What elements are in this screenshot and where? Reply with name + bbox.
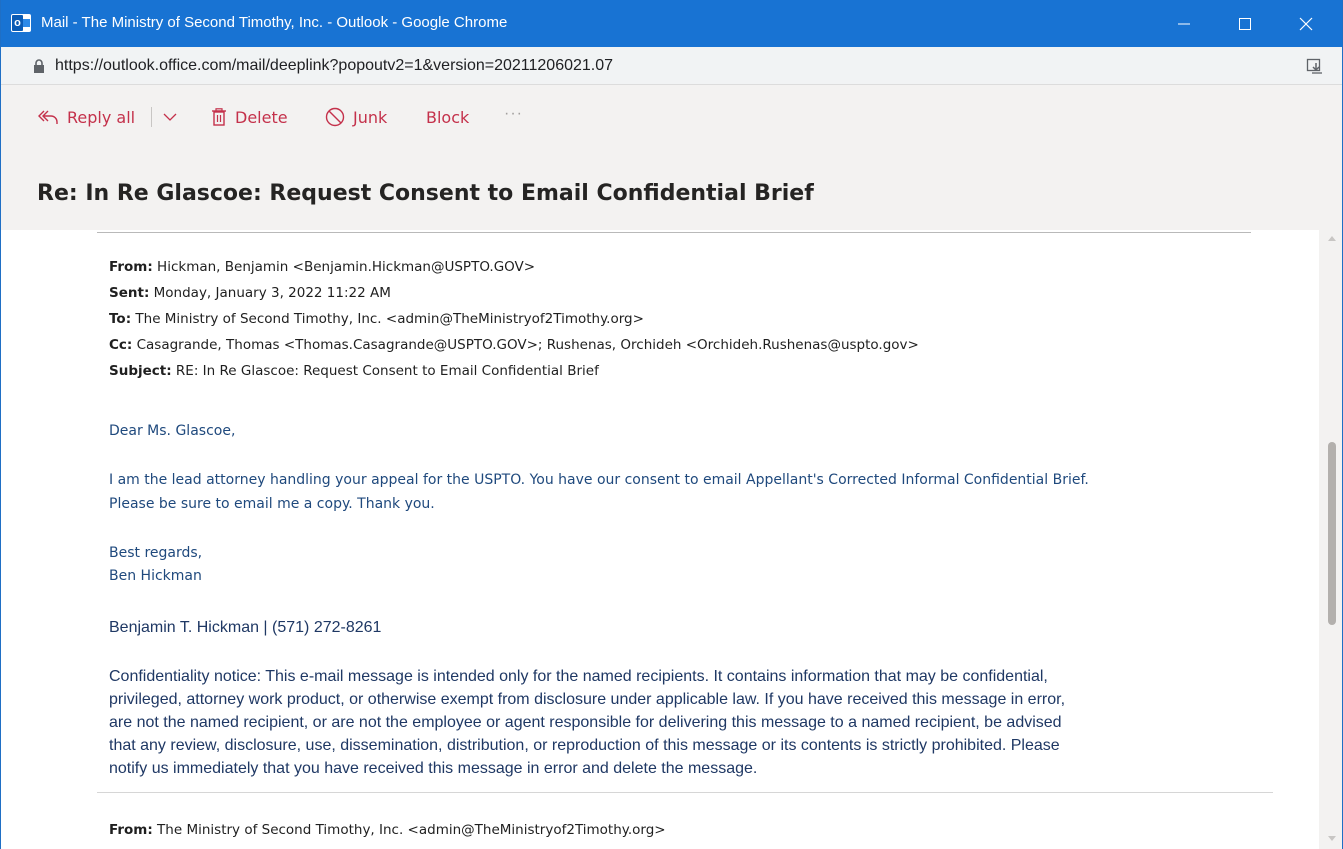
scrollbar-thumb[interactable]: [1328, 442, 1336, 625]
reading-pane: From: Hickman, Benjamin <Benjamin.Hickma…: [13, 230, 1331, 849]
subject-header: Re: In Re Glascoe: Request Consent to Em…: [1, 148, 1342, 230]
divider-line: [97, 792, 1273, 793]
block-button[interactable]: Block: [426, 105, 469, 129]
install-app-icon[interactable]: [1306, 57, 1324, 75]
close-icon: [1299, 17, 1313, 30]
minimize-button[interactable]: [1161, 0, 1207, 47]
title-bar: o Mail - The Ministry of Second Timothy,…: [1, 0, 1342, 47]
toolbar-divider: [151, 107, 152, 127]
signature: Benjamin T. Hickman | (571) 272-8261: [109, 619, 382, 636]
delete-button[interactable]: Delete: [211, 105, 288, 129]
confidentiality-line: notify us immediately that you have rece…: [109, 760, 758, 777]
body-line-2: Please be sure to email me a copy. Thank…: [109, 496, 435, 512]
body-line-1: I am the lead attorney handling your app…: [109, 472, 1089, 488]
reply-all-button[interactable]: Reply all: [37, 105, 135, 129]
junk-icon: [325, 107, 345, 127]
outlook-icon: o: [11, 14, 31, 32]
more-actions-button[interactable]: ···: [504, 105, 523, 123]
closing-line-2: Ben Hickman: [109, 568, 202, 584]
message-toolbar: Reply all Delete Junk Block ···: [1, 85, 1342, 148]
junk-label: Junk: [353, 107, 388, 127]
quoted-from-line: From: Hickman, Benjamin <Benjamin.Hickma…: [109, 259, 536, 275]
reply-all-label: Reply all: [67, 107, 136, 127]
maximize-icon: [1239, 17, 1251, 30]
minimize-icon: [1178, 23, 1190, 24]
lock-icon[interactable]: [33, 59, 45, 73]
confidentiality-line: are not the named recipient, or are not …: [109, 714, 1062, 731]
confidentiality-line: that any review, disclosure, use, dissem…: [109, 737, 1060, 754]
message-subject: Re: In Re Glascoe: Request Consent to Em…: [37, 181, 814, 206]
quoted-subject-line: Subject: RE: In Re Glascoe: Request Cons…: [109, 363, 599, 379]
block-label: Block: [426, 107, 470, 127]
scroll-down-arrow-icon[interactable]: [1328, 836, 1336, 841]
quoted-to-line: To: The Ministry of Second Timothy, Inc.…: [109, 311, 644, 327]
vertical-scrollbar[interactable]: [1319, 230, 1342, 849]
maximize-button[interactable]: [1222, 0, 1268, 47]
confidentiality-line: Confidentiality notice: This e-mail mess…: [109, 668, 1048, 685]
chevron-down-icon: [163, 113, 177, 121]
confidentiality-line: privileged, attorney work product, or ot…: [109, 691, 1066, 708]
scroll-up-arrow-icon[interactable]: [1328, 236, 1336, 241]
reply-all-icon: [38, 110, 58, 124]
url-text[interactable]: https://outlook.office.com/mail/deeplink…: [55, 57, 613, 75]
divider-line: [97, 232, 1251, 233]
window-title: Mail - The Ministry of Second Timothy, I…: [41, 14, 508, 31]
quoted-sent-line: Sent: Monday, January 3, 2022 11:22 AM: [109, 285, 391, 301]
greeting: Dear Ms. Glascoe,: [109, 423, 236, 439]
close-button[interactable]: [1283, 0, 1329, 47]
closing-line-1: Best regards,: [109, 545, 203, 561]
trash-icon: [212, 108, 226, 126]
delete-label: Delete: [235, 107, 288, 127]
browser-window: o Mail - The Ministry of Second Timothy,…: [0, 0, 1343, 849]
reply-options-dropdown[interactable]: [163, 105, 185, 129]
address-bar: https://outlook.office.com/mail/deeplink…: [1, 47, 1342, 85]
junk-button[interactable]: Junk: [325, 105, 387, 129]
next-from-line: From: The Ministry of Second Timothy, In…: [109, 822, 666, 838]
quoted-cc-line: Cc: Casagrande, Thomas <Thomas.Casagrand…: [109, 337, 919, 353]
